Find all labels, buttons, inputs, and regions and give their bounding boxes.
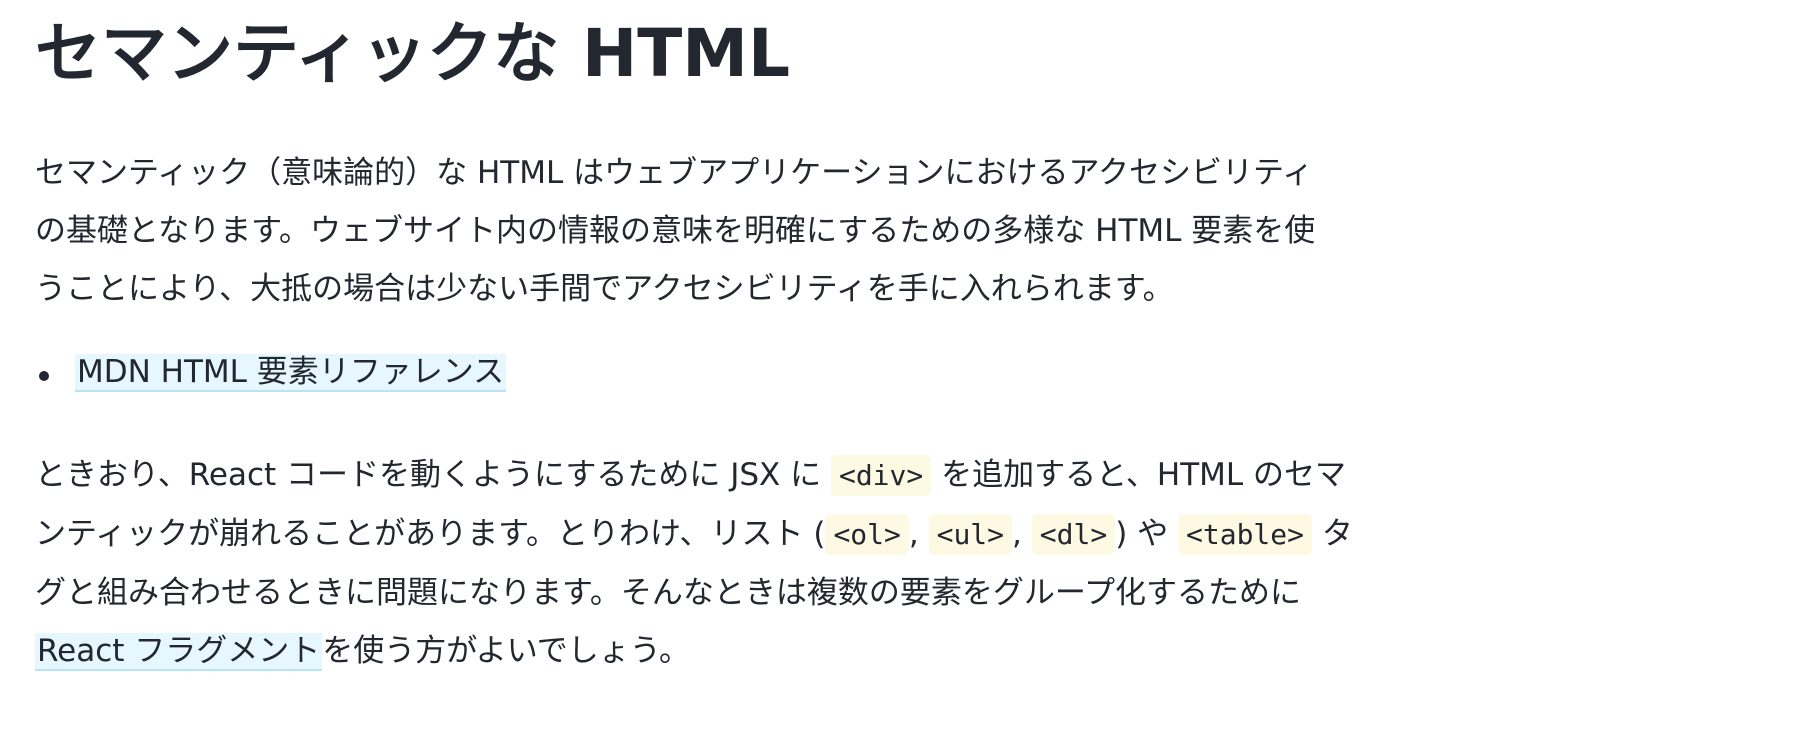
mdn-reference-link[interactable]: MDN HTML 要素リファレンス <box>75 354 507 392</box>
code-dl: <dl> <box>1031 514 1116 555</box>
list-item: MDN HTML 要素リファレンス <box>35 343 1475 401</box>
comma-separator: , <box>908 516 929 552</box>
react-fragment-link[interactable]: React フラグメント <box>35 633 323 671</box>
fragment-text-2: を追加すると、HTML のセマ <box>931 457 1346 493</box>
code-table: <table> <box>1178 514 1313 555</box>
reference-list: MDN HTML 要素リファレンス <box>35 343 1475 401</box>
fragment-text-5: タ <box>1312 516 1353 552</box>
article: セマンティックな HTML セマンティック（意味論的）な HTML はウェブアプ… <box>35 0 1475 680</box>
fragment-text-7: を使う方がよいでしょう。 <box>322 633 690 669</box>
fragment-text-3: ンティックが崩れることがあります。とりわけ、リスト ( <box>35 516 826 552</box>
page-title: セマンティックな HTML <box>35 15 791 92</box>
code-ul: <ul> <box>928 514 1013 555</box>
fragment-text-6: グと組み合わせるときに問題になります。そんなときは複数の要素をグループ化するため… <box>35 575 1302 611</box>
comma-separator: , <box>1012 516 1032 552</box>
fragment-paragraph: ときおり、React コードを動くようにするために JSX に <div> を追… <box>35 446 1475 680</box>
intro-line-1: セマンティック（意味論的）な HTML はウェブアプリケーションにおけるアクセシ… <box>35 155 1314 191</box>
intro-line-3: うことにより、大抵の場合は少ない手間でアクセシビリティを手に入れられます。 <box>35 271 1174 307</box>
intro-paragraph: セマンティック（意味論的）な HTML はウェブアプリケーションにおけるアクセシ… <box>35 144 1475 318</box>
code-div: <div> <box>830 455 932 496</box>
fragment-text-4: ) や <box>1115 516 1178 552</box>
fragment-text-1: ときおり、React コードを動くようにするために JSX に <box>35 457 831 493</box>
intro-line-2: の基礎となります。ウェブサイト内の情報の意味を明確にするための多様な HTML … <box>35 213 1316 249</box>
code-ol: <ol> <box>825 514 909 555</box>
